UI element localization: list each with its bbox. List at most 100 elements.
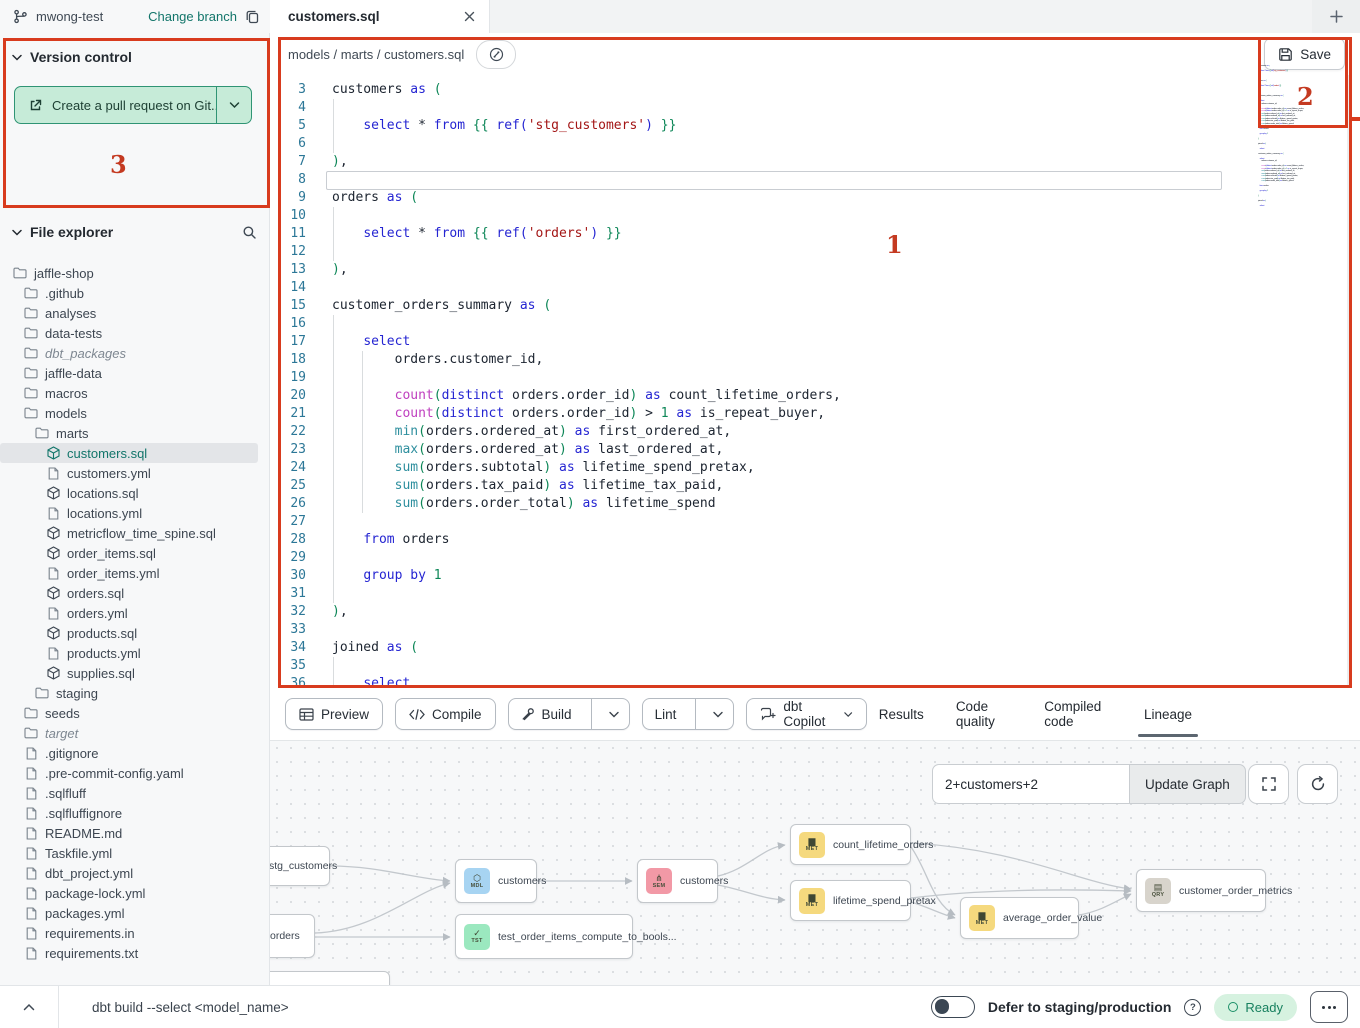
file-tree-item[interactable]: target: [0, 723, 268, 743]
file-tree-item[interactable]: Taskfile.yml: [0, 843, 268, 863]
file-tree-item[interactable]: package-lock.yml: [0, 883, 268, 903]
file-tree-item[interactable]: products.yml: [0, 643, 268, 663]
file-tree-item[interactable]: requirements.in: [0, 923, 268, 943]
fullscreen-button[interactable]: [1248, 764, 1289, 804]
file-tree-item[interactable]: .gitignore: [0, 743, 268, 763]
pr-dropdown[interactable]: [217, 87, 251, 123]
plus-icon[interactable]: [1329, 9, 1344, 24]
file-tree-item[interactable]: .sqlfluff: [0, 783, 268, 803]
file-icon: [46, 646, 60, 660]
code-editor[interactable]: 3customers as (45 select * from {{ ref('…: [270, 75, 1360, 688]
compass-icon: [489, 47, 504, 62]
file-tree-item[interactable]: dbt_project.yml: [0, 863, 268, 883]
query-icon: ▤QRY: [1145, 878, 1171, 904]
compile-button[interactable]: Compile: [395, 698, 496, 730]
node-stg-customers[interactable]: stg_customers: [270, 846, 330, 886]
file-tree-item[interactable]: jaffle-data: [0, 363, 268, 383]
file-tree-item[interactable]: jaffle-shop: [0, 263, 268, 283]
node-label: lifetime_spend_pretax: [833, 895, 936, 907]
file-tree-item[interactable]: dbt_packages: [0, 343, 268, 363]
file-tree-item[interactable]: marts: [0, 423, 268, 443]
change-branch-link[interactable]: Change branch: [148, 9, 237, 24]
model-icon: [46, 666, 60, 680]
file-tree-item[interactable]: requirements.txt: [0, 943, 268, 963]
file-tree-item[interactable]: products.sql: [0, 623, 268, 643]
model-icon: [46, 446, 60, 460]
node-count-lifetime-orders[interactable]: ▆METcount_lifetime_orders: [790, 824, 911, 865]
version-control-header[interactable]: Version control: [12, 49, 132, 65]
file-tree-item[interactable]: order_items.yml: [0, 563, 268, 583]
branch-bar: mwong-test Change branch: [0, 0, 270, 33]
file-tree-item[interactable]: .sqlfluffignore: [0, 803, 268, 823]
indent-guide: [333, 315, 334, 603]
file-icon: [24, 926, 38, 940]
file-tree-item[interactable]: customers.yml: [0, 463, 268, 483]
expand-panel-button[interactable]: [0, 1003, 58, 1011]
search-icon[interactable]: [242, 225, 257, 240]
file-tree-item[interactable]: macros: [0, 383, 268, 403]
result-tab[interactable]: Results: [879, 688, 924, 740]
dbt-cloud-ide: customers.sql mwong-test Change branch: [0, 0, 1360, 1028]
copy-icon[interactable]: [245, 9, 260, 24]
copilot-chat-icon: [760, 707, 776, 722]
dbt-copilot-button[interactable]: dbt Copilot: [746, 698, 866, 730]
result-tab[interactable]: Lineage: [1144, 688, 1192, 740]
file-tree-item[interactable]: customers.sql: [0, 443, 258, 463]
node-partial[interactable]: [270, 971, 390, 985]
preview-button[interactable]: Preview: [285, 698, 383, 730]
result-tab[interactable]: Compiled code: [1044, 688, 1112, 740]
file-tree-item[interactable]: data-tests: [0, 323, 268, 343]
refresh-button[interactable]: [1297, 764, 1338, 804]
file-explorer-header[interactable]: File explorer: [12, 224, 257, 240]
minimap[interactable]: customers as ( select * from {{ ref('stg…: [1232, 65, 1317, 208]
result-tab[interactable]: Code quality: [956, 688, 1012, 740]
build-dropdown[interactable]: [599, 699, 629, 729]
copilot-dropdown: [844, 711, 852, 718]
node-test[interactable]: ✓TSTtest_order_items_compute_to_bools...: [455, 914, 633, 959]
lint-dropdown[interactable]: [703, 699, 733, 729]
file-tree-item[interactable]: metricflow_time_spine.sql: [0, 523, 268, 543]
node-orders[interactable]: orders: [270, 914, 315, 958]
build-button[interactable]: Build: [508, 698, 630, 730]
file-tree-item[interactable]: order_items.sql: [0, 543, 268, 563]
result-tab-label: Results: [879, 707, 924, 722]
node-lifetime-spend-pretax[interactable]: ▆METlifetime_spend_pretax: [790, 880, 911, 921]
file-tree-item[interactable]: orders.yml: [0, 603, 268, 623]
file-tree-item[interactable]: supplies.sql: [0, 663, 268, 683]
lint-button[interactable]: Lint: [642, 698, 735, 730]
file-tree-item[interactable]: orders.sql: [0, 583, 268, 603]
copilot-compass-button[interactable]: [476, 40, 516, 69]
lineage-selector-input[interactable]: [932, 764, 1129, 804]
file-tree-item[interactable]: .pre-commit-config.yaml: [0, 763, 268, 783]
file-tree-item[interactable]: models: [0, 403, 268, 423]
file-tree-item[interactable]: packages.yml: [0, 903, 268, 923]
action-toolbar: Preview Compile Build Lint: [270, 688, 1360, 740]
indent-guide: [333, 207, 334, 261]
help-icon[interactable]: ?: [1184, 999, 1201, 1016]
file-tree-item[interactable]: seeds: [0, 703, 268, 723]
node-average-order-value[interactable]: ▆METaverage_order_value: [960, 897, 1079, 939]
chevron-down-icon: [12, 229, 22, 236]
file-tree-item[interactable]: analyses: [0, 303, 268, 323]
file-tree-item[interactable]: locations.yml: [0, 503, 268, 523]
more-options-button[interactable]: [1310, 991, 1348, 1023]
node-customer-order-metrics[interactable]: ▤QRYcustomer_order_metrics: [1136, 869, 1266, 912]
create-pr-button[interactable]: Create a pull request on Git...: [14, 86, 252, 124]
editor-scrollbar[interactable]: [1347, 75, 1349, 688]
node-customers-model[interactable]: ⬡MDLcustomers: [455, 859, 537, 903]
file-tree-item[interactable]: staging: [0, 683, 268, 703]
result-tabs: Results Code quality Compiled code Linea…: [879, 688, 1360, 740]
breadcrumb[interactable]: models / marts / customers.sql: [288, 47, 464, 62]
update-graph-button[interactable]: Update Graph: [1129, 764, 1246, 804]
file-name: order_items.yml: [67, 566, 159, 581]
defer-toggle[interactable]: [931, 996, 975, 1018]
divider: [58, 986, 59, 1028]
file-tree-item[interactable]: .github: [0, 283, 268, 303]
tab-customers-sql[interactable]: customers.sql: [270, 0, 490, 33]
file-name: packages.yml: [45, 906, 124, 921]
file-tree-item[interactable]: locations.sql: [0, 483, 268, 503]
file-tree-item[interactable]: README.md: [0, 823, 268, 843]
close-icon[interactable]: [464, 11, 475, 22]
node-customers-semantic[interactable]: ⋔SEMcustomers: [637, 859, 718, 903]
ready-badge: Ready: [1214, 994, 1297, 1021]
